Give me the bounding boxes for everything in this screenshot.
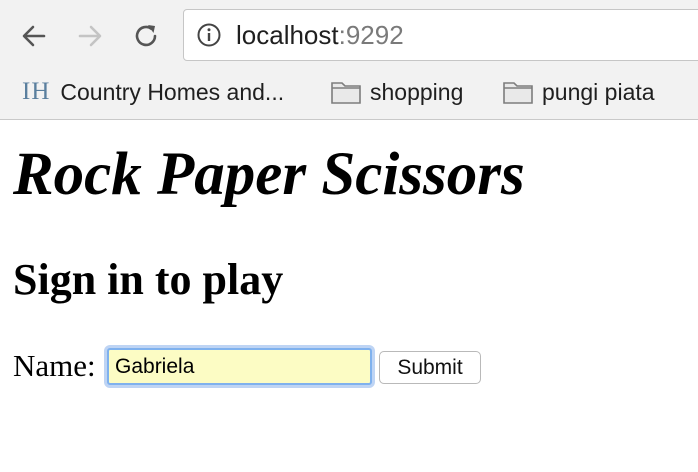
address-bar[interactable]: localhost:9292 (183, 9, 698, 61)
url-host: localhost (236, 20, 339, 50)
forward-arrow-icon (78, 25, 102, 47)
back-arrow-icon (22, 25, 46, 47)
url-port: :9292 (338, 20, 404, 50)
bookmark-label: Country Homes and... (60, 78, 285, 105)
name-input[interactable] (107, 348, 372, 385)
back-button[interactable] (16, 18, 52, 54)
bookmark-label: shopping (370, 78, 464, 105)
info-icon[interactable] (196, 22, 222, 48)
reload-button[interactable] (128, 18, 164, 54)
url-text[interactable]: localhost:9292 (236, 20, 404, 50)
page-title: Rock Paper Scissors (13, 141, 525, 208)
folder-icon (503, 82, 533, 104)
folder-icon (331, 82, 361, 104)
page-content: Rock Paper Scissors Sign in to play Name… (0, 120, 698, 472)
bookmark-folder-shopping[interactable]: shopping (330, 70, 463, 114)
bookmarks-bar: IH Country Homes and... shopping pungi p… (0, 70, 698, 114)
forward-button[interactable] (72, 18, 108, 54)
page-subtitle: Sign in to play (13, 255, 284, 304)
browser-chrome: localhost:9292 IH Country Homes and... s… (0, 0, 698, 120)
ih-logo-icon: IH (22, 78, 51, 105)
reload-icon (135, 25, 157, 47)
bookmark-folder-pungi-piata[interactable]: pungi piata (502, 70, 655, 114)
bookmark-country-homes[interactable]: IH Country Homes and... (22, 70, 284, 114)
bookmark-label: pungi piata (542, 78, 655, 105)
name-label: Name: (13, 348, 96, 383)
submit-button[interactable]: Submit (379, 351, 481, 384)
